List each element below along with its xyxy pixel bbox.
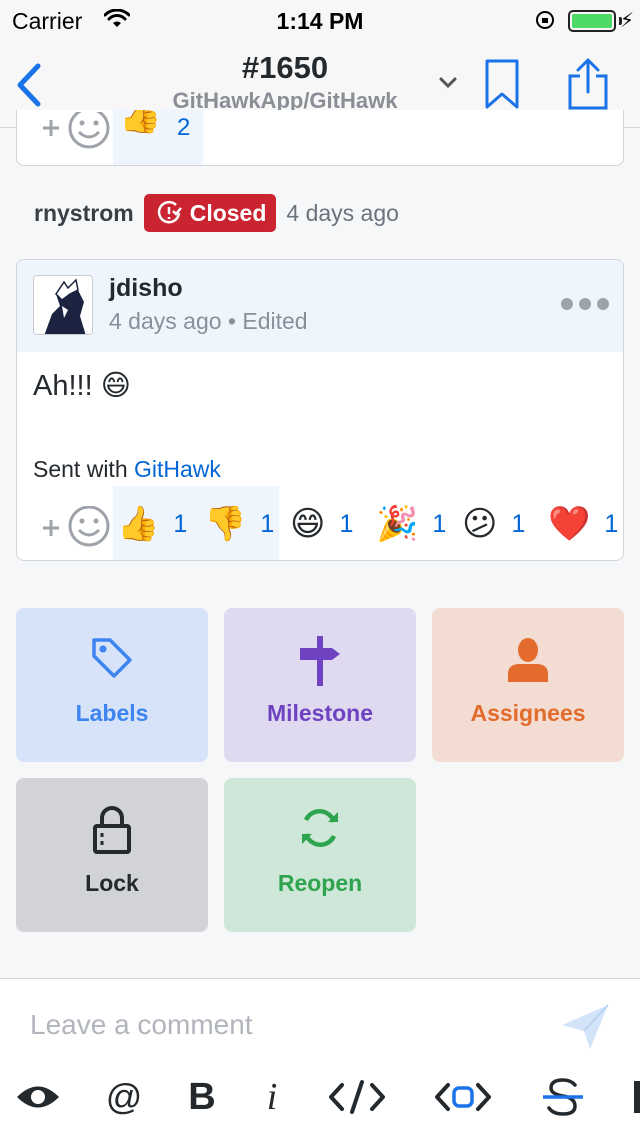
back-chevron-icon[interactable] xyxy=(14,62,44,113)
reaction-chip[interactable]: 👍 2 xyxy=(113,110,203,165)
more-toolbar-icon[interactable] xyxy=(630,1067,640,1127)
thumbs-up-icon: 👍 xyxy=(119,110,162,135)
bold-icon[interactable]: B xyxy=(174,1067,230,1127)
tag-icon xyxy=(16,636,208,680)
issue-number-title: #1650 xyxy=(241,50,329,85)
reaction-bar: 👍 1 👎 1 😄 1 🎉 1 😕 1 ❤️ 1 xyxy=(17,486,623,560)
italic-icon[interactable]: i xyxy=(244,1067,300,1127)
labels-button[interactable]: Labels xyxy=(16,608,208,762)
share-icon[interactable] xyxy=(566,56,610,117)
status-bar: Carrier 1:14 PM ⚡ xyxy=(0,0,640,40)
event-user[interactable]: rnystrom xyxy=(34,200,134,227)
strikethrough-icon[interactable] xyxy=(536,1067,590,1127)
send-icon[interactable] xyxy=(560,1001,612,1058)
comment-card: jdisho 4 days ago • Edited Ah!!! 😄 Sent … xyxy=(16,259,624,561)
mention-icon[interactable]: @ xyxy=(96,1067,152,1127)
reaction-count: 1 xyxy=(173,509,188,538)
reaction-confused[interactable]: 😕 1 xyxy=(458,486,526,560)
lock-label: Lock xyxy=(85,870,139,896)
reaction-count: 1 xyxy=(260,509,275,538)
thumbs-down-icon: 👎 xyxy=(204,505,247,543)
add-reaction-icon[interactable] xyxy=(33,110,113,161)
code-block-icon[interactable] xyxy=(432,1067,494,1127)
reaction-count: 1 xyxy=(511,509,526,538)
nav-title-group[interactable]: #1650 GitHawkApp/GitHawk xyxy=(100,50,470,114)
comment-signature: Sent with GitHawk xyxy=(33,456,221,483)
orientation-lock-icon xyxy=(534,9,556,36)
reaction-thumbs-down[interactable]: 👎 1 xyxy=(200,486,275,560)
comment-header: jdisho 4 days ago • Edited xyxy=(17,260,623,352)
milestone-button[interactable]: Milestone xyxy=(224,608,416,762)
previous-comment-card: 👍 2 xyxy=(16,110,624,166)
milestone-label: Milestone xyxy=(266,700,374,726)
lock-button[interactable]: Lock xyxy=(16,778,208,932)
eye-icon[interactable] xyxy=(10,1067,66,1127)
thumbs-up-icon: 👍 xyxy=(117,505,160,543)
event-time: 4 days ago xyxy=(286,199,399,226)
heart-icon: ❤️ xyxy=(548,505,591,543)
assignees-button[interactable]: Assignees xyxy=(432,608,624,762)
githawk-link[interactable]: GitHawk xyxy=(134,456,221,482)
more-options-icon[interactable] xyxy=(561,298,609,310)
signature-prefix: Sent with xyxy=(33,456,134,482)
reaction-hooray[interactable]: 🎉 1 xyxy=(372,486,447,560)
reaction-laugh[interactable]: 😄 1 xyxy=(286,486,354,560)
lock-icon xyxy=(16,806,208,854)
laugh-icon: 😄 xyxy=(290,505,326,543)
status-badge-label: Closed xyxy=(189,199,267,226)
charging-icon: ⚡ xyxy=(619,10,634,32)
reaction-count: 1 xyxy=(432,509,447,538)
comment-author[interactable]: jdisho xyxy=(109,274,183,303)
add-reaction-icon[interactable] xyxy=(33,505,113,555)
avatar[interactable] xyxy=(33,275,93,335)
reopen-button[interactable]: Reopen xyxy=(224,778,416,932)
reaction-count: 1 xyxy=(604,509,619,538)
status-badge: Closed xyxy=(143,194,277,232)
comment-meta: 4 days ago • Edited xyxy=(109,308,308,334)
chevron-down-icon[interactable] xyxy=(438,76,458,95)
milestone-icon xyxy=(224,636,416,686)
comment-input[interactable] xyxy=(30,1009,530,1041)
reopen-label: Reopen xyxy=(277,870,363,896)
reaction-heart[interactable]: ❤️ 1 xyxy=(544,486,619,560)
markdown-toolbar: @ B i xyxy=(0,1067,640,1127)
comment-body: Ah!!! 😄 xyxy=(33,370,131,402)
bookmark-icon[interactable] xyxy=(484,58,520,115)
reaction-count: 1 xyxy=(339,509,354,538)
person-icon xyxy=(432,636,624,684)
party-popper-icon: 🎉 xyxy=(376,505,419,543)
refresh-icon xyxy=(224,806,416,850)
comment-composer: @ B i xyxy=(0,978,640,1136)
assignees-label: Assignees xyxy=(470,700,586,726)
code-icon[interactable] xyxy=(326,1067,388,1127)
confused-icon: 😕 xyxy=(462,505,498,543)
closed-issue-icon xyxy=(157,200,182,224)
closed-event: rnystrom Closed 4 days ago xyxy=(34,194,399,232)
battery-icon xyxy=(568,10,616,32)
labels-label: Labels xyxy=(75,700,149,726)
reaction-count: 2 xyxy=(177,114,191,141)
